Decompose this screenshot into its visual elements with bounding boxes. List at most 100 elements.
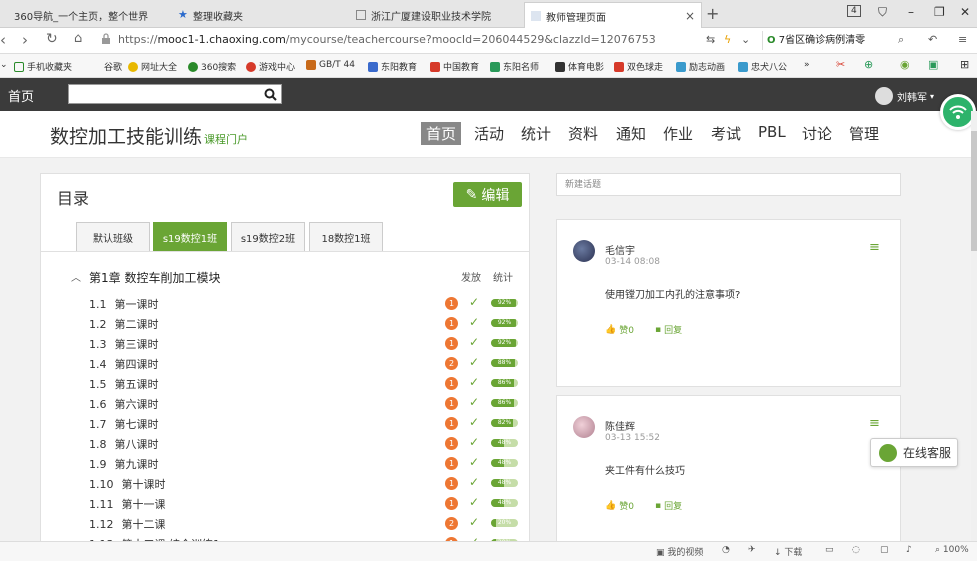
scrollbar-thumb[interactable] — [971, 131, 977, 251]
minimize-icon[interactable]: – — [908, 5, 914, 19]
publish-count-badge[interactable]: 1 — [445, 397, 458, 410]
bookmark-item[interactable]: GB/T 44 — [306, 60, 355, 70]
sound-icon[interactable]: ♪ — [906, 545, 912, 555]
hamburger-icon[interactable]: ≡ — [869, 416, 880, 431]
lesson-item[interactable]: 1.9 第九课时 — [89, 456, 159, 472]
bookmark-item[interactable]: 东阳教育 — [368, 60, 417, 73]
menu-icon[interactable]: ≡ — [958, 33, 967, 46]
nav-home[interactable]: 首页 — [421, 122, 462, 145]
grid-icon[interactable]: ⊞ — [960, 58, 969, 71]
progress-bar[interactable]: 48% — [491, 499, 518, 507]
nav-manage[interactable]: 管理 — [849, 123, 879, 144]
progress-bar[interactable]: 86% — [491, 379, 518, 387]
download-button[interactable]: ↓ 下载 — [774, 545, 802, 558]
post-content[interactable]: 夹工件有什么技巧 — [605, 462, 685, 477]
reply-button[interactable]: ▪ 回复 — [655, 323, 682, 337]
bookmarks-more[interactable]: » — [804, 60, 810, 70]
publish-count-badge[interactable]: 1 — [445, 417, 458, 430]
new-topic-input[interactable]: 新建话题 — [556, 173, 901, 196]
url-field[interactable]: https://mooc1-1.chaoxing.com/mycourse/te… — [118, 33, 656, 46]
nav-activity[interactable]: 活动 — [474, 123, 504, 144]
lesson-item[interactable]: 1.4 第四课时 — [89, 356, 159, 372]
class-tab-default[interactable]: 默认班级 — [76, 222, 150, 251]
bookmark-item[interactable]: ⌄ — [0, 60, 8, 70]
publish-count-badge[interactable]: 1 — [445, 297, 458, 310]
nav-statistics[interactable]: 统计 — [521, 123, 551, 144]
bookmark-item[interactable]: 东阳名师 — [490, 60, 539, 73]
browser-tab[interactable]: 浙江广厦建设职业技术学院 — [350, 2, 520, 28]
publish-count-badge[interactable]: 2 — [445, 517, 458, 530]
plugin-icon[interactable]: ◉ — [900, 58, 910, 71]
pin-icon[interactable]: ✈ — [748, 545, 756, 555]
shirt-icon[interactable]: ⛉ — [878, 5, 887, 20]
bookmark-item[interactable]: 游戏中心 — [246, 60, 295, 73]
nav-homework[interactable]: 作业 — [663, 123, 693, 144]
lesson-item[interactable]: 1.2 第二课时 — [89, 316, 159, 332]
lesson-item[interactable]: 1.6 第六课时 — [89, 396, 159, 412]
bookmark-item[interactable]: 体育电影 — [555, 60, 604, 73]
lightning-icon[interactable]: ϟ — [724, 33, 731, 46]
restore-icon[interactable]: ❐ — [934, 5, 945, 19]
chevron-up-icon[interactable]: ︿ — [71, 269, 81, 284]
publish-count-badge[interactable]: 1 — [445, 377, 458, 390]
screen-icon[interactable]: ▭ — [825, 545, 834, 555]
browser-search-input[interactable]: O 7省区确诊病例清零 — [762, 31, 917, 50]
tab-count-badge[interactable]: 4 — [847, 5, 861, 17]
progress-bar[interactable]: 82% — [491, 419, 518, 427]
bookmark-item[interactable]: 网址大全 — [128, 60, 177, 73]
user-menu[interactable]: 刘韩军 ▾ — [875, 87, 934, 105]
chapter-title[interactable]: 第1章 数控车削加工模块 — [89, 269, 220, 286]
bookmark-item[interactable]: 手机收藏夹 — [14, 60, 72, 73]
bookmark-item[interactable]: 中国教育 — [430, 60, 479, 73]
share-icon[interactable]: ⇆ — [706, 33, 715, 46]
close-icon[interactable]: × — [685, 9, 695, 23]
progress-bar[interactable]: 92% — [491, 319, 518, 327]
search-icon[interactable]: ⌕ — [898, 33, 904, 47]
course-portal-link[interactable]: 课程门户 — [204, 133, 248, 146]
progress-bar[interactable]: 86% — [491, 399, 518, 407]
back-icon[interactable]: ‹ — [0, 31, 6, 49]
close-window-icon[interactable]: ✕ — [960, 5, 970, 19]
nav-notice[interactable]: 通知 — [616, 123, 646, 144]
bookmark-item[interactable]: 励志动画 — [676, 60, 725, 73]
progress-bar[interactable]: 48% — [491, 459, 518, 467]
zoom-button[interactable]: ⌕ 100% — [935, 545, 969, 555]
post-author[interactable]: 毛信宇 — [605, 242, 635, 257]
lesson-item[interactable]: 1.7 第七课时 — [89, 416, 159, 432]
publish-count-badge[interactable]: 2 — [445, 357, 458, 370]
scrollbar[interactable] — [971, 111, 977, 541]
chevron-down-icon[interactable]: ⌄ — [741, 33, 750, 46]
post-content[interactable]: 使用镗刀加工内孔的注意事项? — [605, 286, 740, 301]
bookmark-item[interactable]: 谷歌 — [104, 60, 122, 73]
scissors-icon[interactable]: ✂ — [836, 58, 845, 71]
new-tab-button[interactable]: + — [706, 4, 719, 23]
class-tab-18-1[interactable]: 18数控1班 — [309, 222, 383, 251]
discussion-post[interactable]: 毛信宇 03-14 08:08 ≡ 使用镗刀加工内孔的注意事项? 👍 赞0 ▪ 回复 — [556, 219, 901, 387]
lesson-item[interactable]: 1.1 第一课时 — [89, 296, 159, 312]
my-video-button[interactable]: ▣ 我的视频 — [656, 545, 703, 558]
bookmark-item[interactable]: 双色球走 — [614, 60, 663, 73]
lesson-item[interactable]: 1.3 第三课时 — [89, 336, 159, 352]
publish-count-badge[interactable]: 1 — [445, 317, 458, 330]
bookmark-item[interactable]: 忠犬八公 — [738, 60, 787, 73]
publish-count-badge[interactable]: 1 — [445, 337, 458, 350]
lesson-item[interactable]: 1.11 第十一课 — [89, 496, 166, 512]
reply-button[interactable]: ▪ 回复 — [655, 499, 682, 513]
lesson-item[interactable]: 1.5 第五课时 — [89, 376, 159, 392]
progress-bar[interactable]: 92% — [491, 339, 518, 347]
translate-icon[interactable]: ⊕ — [864, 58, 873, 71]
nav-pbl[interactable]: PBL — [758, 123, 786, 141]
publish-count-badge[interactable]: 1 — [445, 457, 458, 470]
progress-bar[interactable]: 20% — [491, 519, 518, 527]
post-author[interactable]: 陈佳辉 — [605, 418, 635, 433]
discussion-post[interactable]: 陈佳辉 03-13 15:52 ≡ 夹工件有什么技巧 👍 赞0 ▪ 回复 — [556, 395, 901, 545]
refresh-icon[interactable]: ↻ — [46, 31, 58, 47]
hamburger-icon[interactable]: ≡ — [869, 240, 880, 255]
progress-bar[interactable]: 88% — [491, 359, 518, 367]
like-button[interactable]: 👍 赞0 — [605, 499, 634, 513]
publish-count-badge[interactable]: 1 — [445, 497, 458, 510]
home-icon[interactable]: ⌂ — [74, 31, 82, 46]
cleanup-icon[interactable]: ◌ — [852, 545, 860, 555]
lesson-item[interactable]: 1.8 第八课时 — [89, 436, 159, 452]
bookmark-item[interactable]: 360搜索 — [188, 60, 236, 73]
